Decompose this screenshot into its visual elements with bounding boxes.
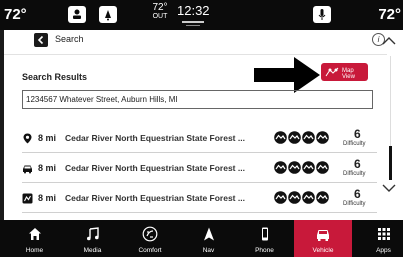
- scroll-thumb[interactable]: [389, 146, 392, 180]
- clock-underline: [182, 21, 204, 23]
- location-pin-icon: [23, 133, 32, 144]
- vehicle-icon: [23, 165, 32, 174]
- tab-label: Apps: [376, 247, 391, 254]
- tab-apps[interactable]: Apps: [364, 220, 403, 257]
- difficulty-label: Difficulty: [343, 141, 366, 147]
- tab-label: Phone: [255, 247, 274, 254]
- trail-icon: [22, 193, 33, 204]
- clock: 12:32: [177, 3, 210, 18]
- tab-label: Media: [83, 247, 102, 254]
- result-row[interactable]: 8 mi Cedar River North Equestrian State …: [22, 154, 377, 183]
- status-bar: 72° 72° OUT 12:32 72°: [0, 0, 403, 30]
- address-field[interactable]: 1234567 Whatever Street, Auburn Hills, M…: [22, 90, 373, 109]
- microphone-icon[interactable]: [313, 6, 331, 23]
- map-view-label: Map View: [342, 68, 355, 80]
- pointer-arrow-icon: [254, 57, 320, 93]
- result-row[interactable]: 8 mi Cedar River North Equestrian State …: [22, 184, 377, 213]
- clock-underline-secondary: [186, 25, 200, 26]
- difficulty-icons: [274, 131, 329, 144]
- result-name: Cedar River North Equestrian State Fores…: [65, 163, 245, 173]
- address-value: 1234567 Whatever Street, Auburn Hills, M…: [26, 95, 178, 104]
- driver-seat-icon[interactable]: [68, 6, 86, 23]
- tab-label: Comfort: [138, 247, 162, 254]
- tab-vehicle[interactable]: Vehicle: [294, 220, 352, 257]
- outside-temperature: 72° OUT: [152, 2, 168, 21]
- difficulty-icons: [274, 191, 329, 204]
- tab-comfort[interactable]: Comfort: [126, 220, 174, 257]
- home-icon: [28, 228, 41, 240]
- vehicle-icon: [317, 230, 329, 241]
- tab-label: Vehicle: [312, 247, 334, 254]
- passenger-temperature[interactable]: 72°: [378, 6, 401, 23]
- page-title: Search: [55, 34, 84, 44]
- bottom-nav: Home Media Comfort Nav Phone Vehicle App…: [0, 220, 403, 257]
- back-button[interactable]: [34, 33, 48, 47]
- passenger-icon[interactable]: [99, 6, 117, 23]
- tab-phone[interactable]: Phone: [242, 220, 287, 257]
- navigation-arrow-icon: [203, 227, 214, 241]
- difficulty-label: Difficulty: [343, 171, 366, 177]
- result-distance: 8 mi: [38, 133, 57, 143]
- difficulty-value: 6: [354, 127, 361, 141]
- tab-media[interactable]: Media: [70, 220, 115, 257]
- tab-home[interactable]: Home: [12, 220, 57, 257]
- result-name: Cedar River North Equestrian State Fores…: [65, 133, 245, 143]
- phone-icon: [261, 227, 268, 241]
- scroll-down-icon[interactable]: [380, 183, 398, 193]
- search-results-screen: Search i Search Results Map View 1234567…: [4, 30, 387, 220]
- driver-temperature[interactable]: 72°: [4, 6, 27, 23]
- scroll-up-icon[interactable]: [380, 36, 398, 46]
- result-name: Cedar River North Equestrian State Fores…: [65, 193, 245, 203]
- tab-label: Home: [25, 247, 44, 254]
- tab-label: Nav: [202, 247, 215, 254]
- difficulty-icons: [274, 161, 329, 174]
- apps-grid-icon: [377, 228, 390, 240]
- result-distance: 8 mi: [38, 193, 57, 203]
- screen-header: Search i: [4, 30, 387, 55]
- comfort-icon: [142, 226, 158, 242]
- result-row[interactable]: 8 mi Cedar River North Equestrian State …: [22, 124, 377, 153]
- difficulty-value: 6: [354, 157, 361, 171]
- result-distance: 8 mi: [38, 163, 57, 173]
- tab-nav[interactable]: Nav: [186, 220, 231, 257]
- music-note-icon: [86, 227, 99, 241]
- map-pins-icon: [325, 67, 339, 77]
- difficulty-label: Difficulty: [343, 201, 366, 207]
- search-results-title: Search Results: [22, 72, 88, 82]
- map-view-button[interactable]: Map View: [321, 63, 368, 81]
- difficulty-value: 6: [354, 187, 361, 201]
- chevron-left-icon: [37, 35, 44, 45]
